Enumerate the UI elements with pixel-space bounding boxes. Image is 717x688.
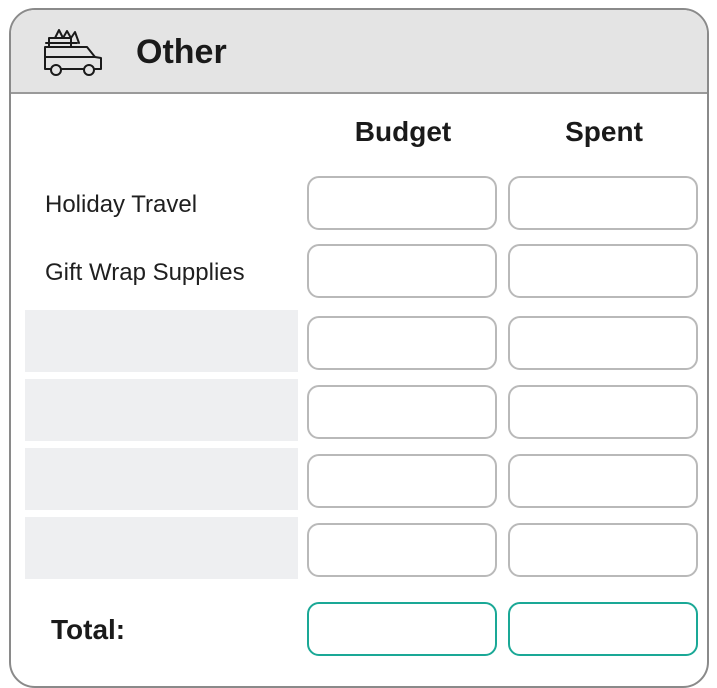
spent-input-row-2[interactable] [508, 244, 698, 298]
budget-input-row-5[interactable] [307, 454, 497, 508]
spent-input-row-1[interactable] [508, 176, 698, 230]
budget-total-input[interactable] [307, 602, 497, 656]
budget-input-row-1[interactable] [307, 176, 497, 230]
budget-input-row-2[interactable] [307, 244, 497, 298]
spent-input-row-3[interactable] [508, 316, 698, 370]
section-title: Other [136, 33, 227, 71]
column-header-spent: Spent [565, 116, 643, 147]
blank-row-label-6[interactable] [25, 517, 298, 579]
row-label-holiday-travel: Holiday Travel [45, 191, 198, 218]
car-with-gifts-icon [44, 29, 102, 76]
budget-input-row-6[interactable] [307, 523, 497, 577]
row-label-gift-wrap-supplies: Gift Wrap Supplies [45, 259, 245, 286]
spent-input-row-5[interactable] [508, 454, 698, 508]
budget-card: Other Budget Spent Holiday Travel Gift W… [9, 8, 709, 688]
total-label: Total: [51, 614, 126, 645]
section-header: Other [11, 10, 707, 94]
spent-input-row-6[interactable] [508, 523, 698, 577]
blank-row-label-3[interactable] [25, 310, 298, 372]
column-header-budget: Budget [354, 116, 452, 147]
spent-total-input[interactable] [508, 602, 698, 656]
budget-input-row-3[interactable] [307, 316, 497, 370]
budget-input-row-4[interactable] [307, 385, 497, 439]
spent-input-row-4[interactable] [508, 385, 698, 439]
blank-row-label-5[interactable] [25, 448, 298, 510]
blank-row-label-4[interactable] [25, 379, 298, 441]
